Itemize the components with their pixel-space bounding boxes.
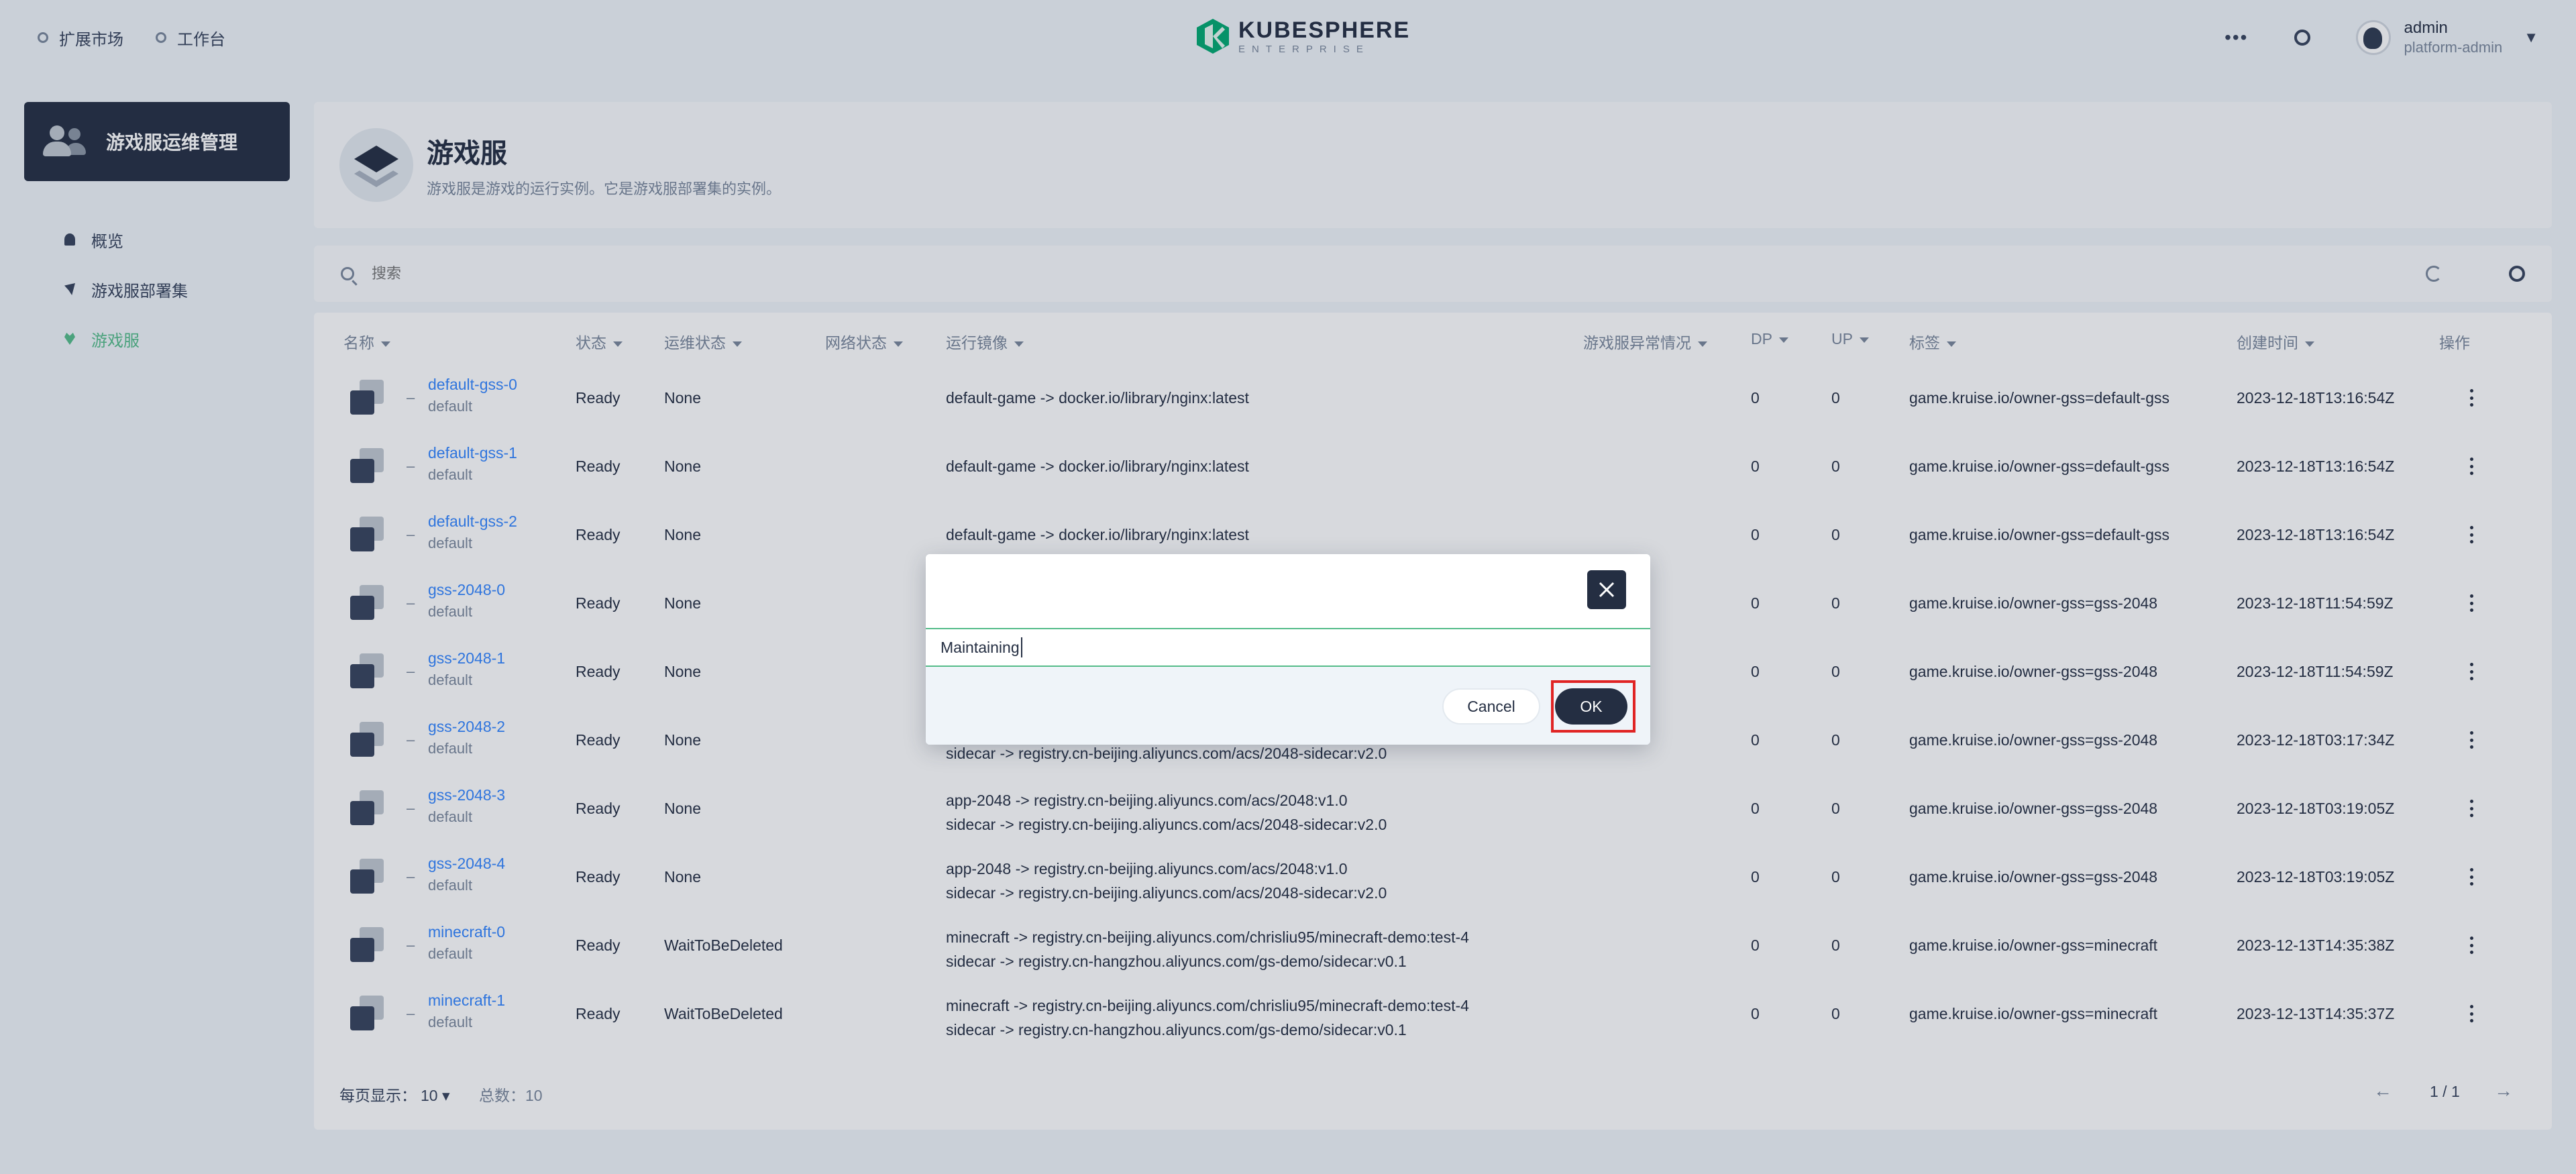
edit-ops-status-dialog: Cancel OK bbox=[926, 554, 1650, 745]
ok-button[interactable]: OK bbox=[1555, 688, 1627, 725]
text-cursor bbox=[1021, 637, 1022, 657]
close-button[interactable] bbox=[1587, 570, 1626, 609]
dialog-header bbox=[926, 554, 1650, 628]
dialog-footer: Cancel OK bbox=[926, 667, 1650, 745]
ops-status-input[interactable] bbox=[926, 628, 1650, 667]
cancel-button[interactable]: Cancel bbox=[1442, 688, 1540, 725]
close-icon bbox=[1599, 582, 1615, 598]
